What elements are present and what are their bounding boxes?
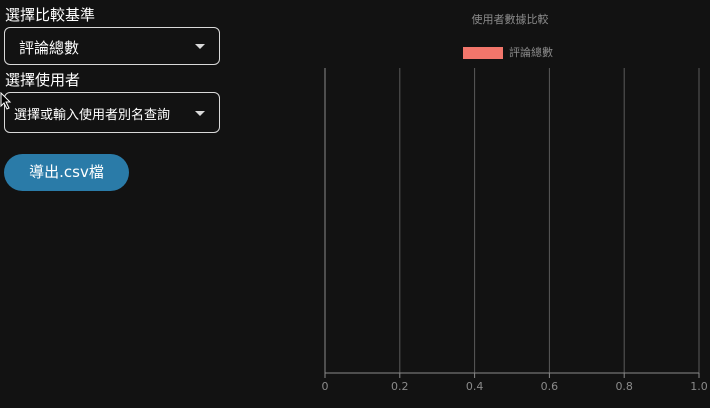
- chart-title: 使用者數據比較: [472, 12, 549, 26]
- x-tick-label: 0.2: [391, 380, 409, 393]
- x-tick-label: 0.4: [466, 380, 484, 393]
- x-tick-label: 0.8: [615, 380, 633, 393]
- x-tick-label: 1.0: [690, 380, 708, 393]
- chart-grid: [324, 68, 700, 374]
- x-axis-ticks: 0 0.2 0.4 0.6 0.8 1.0: [322, 373, 708, 393]
- x-tick-label: 0.6: [541, 380, 559, 393]
- legend-label: 評論總數: [509, 45, 553, 59]
- legend-swatch: [463, 47, 503, 59]
- x-tick-label: 0: [322, 380, 329, 393]
- user-comparison-chart: 使用者數據比較 評論總數 0 0.2 0.4 0.6 0.8 1.0: [322, 12, 708, 393]
